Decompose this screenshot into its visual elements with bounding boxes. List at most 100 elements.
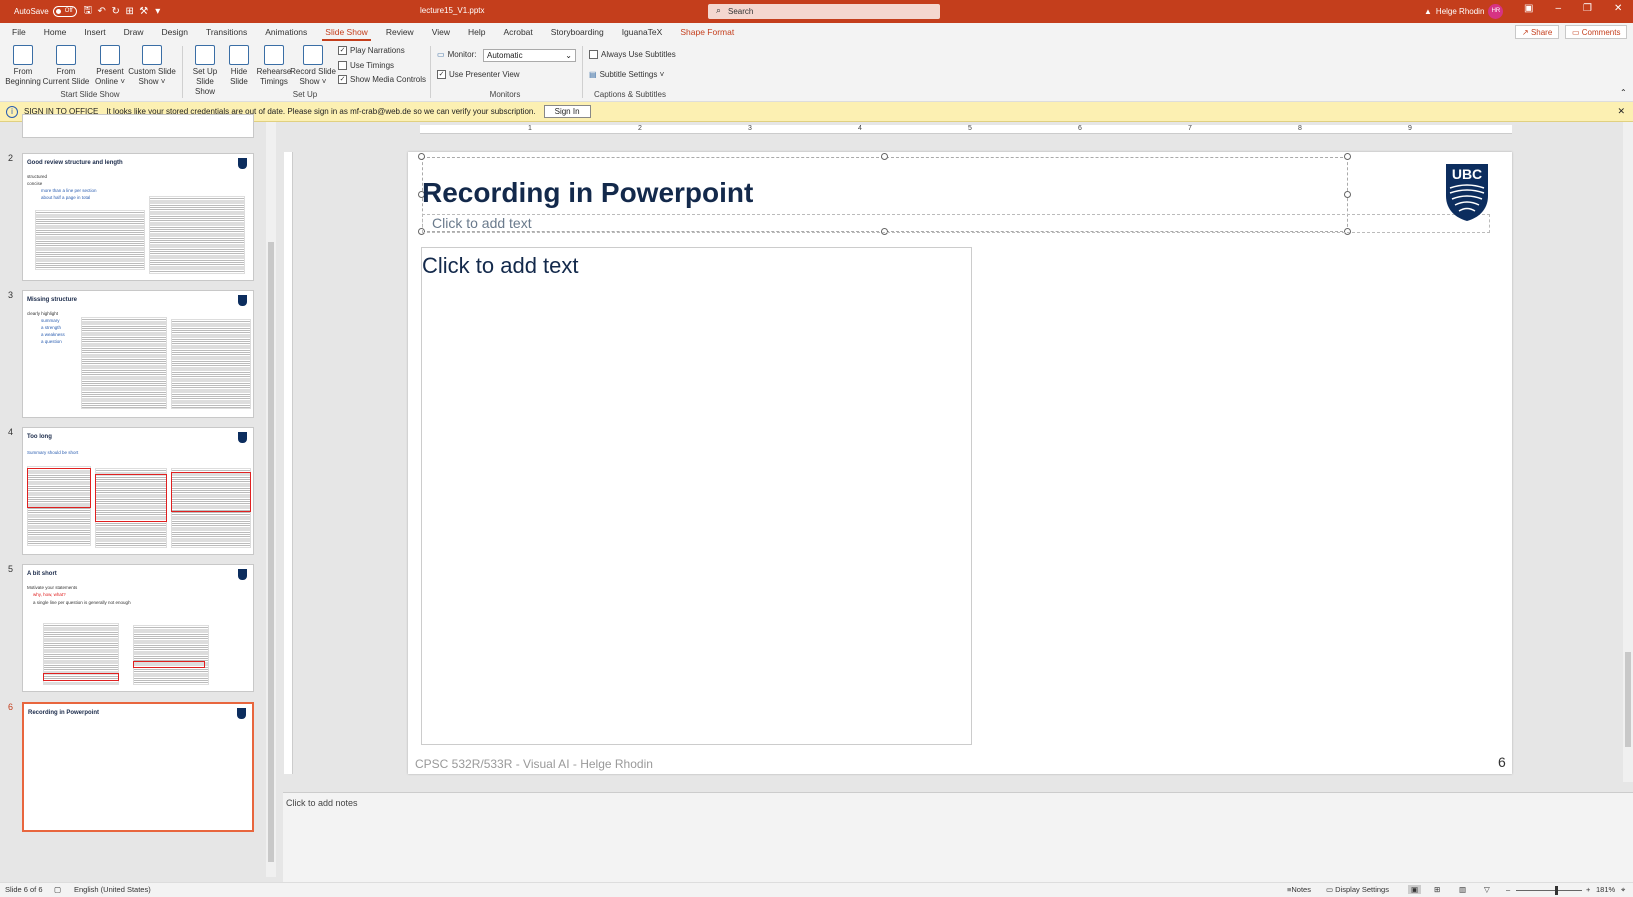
zoom-level[interactable]: 181%: [1596, 885, 1615, 894]
slide-thumbnail-5[interactable]: A bit short Motivate your statements why…: [22, 564, 254, 692]
slideshow-view-icon[interactable]: ▽: [1484, 885, 1490, 894]
display-settings-button[interactable]: ▭ Display Settings: [1326, 885, 1389, 894]
record-icon: [303, 45, 323, 65]
fit-slide-icon[interactable]: ⌖: [1621, 885, 1625, 895]
rehearse-timings-button[interactable]: Rehearse Timings: [256, 42, 292, 87]
presenter-view-checkbox[interactable]: ✓ Use Presenter View: [437, 70, 520, 79]
tab-acrobat[interactable]: Acrobat: [494, 23, 541, 42]
tab-storyboarding[interactable]: Storyboarding: [542, 23, 613, 42]
reading-view-icon[interactable]: ▥: [1459, 885, 1466, 894]
subtitle-placeholder[interactable]: [422, 214, 1490, 233]
tab-shape-format[interactable]: Shape Format: [671, 23, 743, 42]
subtitle-settings-button[interactable]: ▤ Subtitle Settings ˅: [589, 70, 664, 79]
tab-design[interactable]: Design: [153, 23, 197, 42]
share-button[interactable]: ↗ Share: [1515, 25, 1560, 39]
avatar[interactable]: HR: [1488, 4, 1504, 19]
content-placeholder[interactable]: [421, 247, 972, 745]
resize-handle[interactable]: [1344, 153, 1351, 160]
thumbnail-bullet: concise: [27, 181, 43, 186]
tab-home[interactable]: Home: [35, 23, 76, 42]
ribbon-display-icon[interactable]: ▣: [1524, 3, 1533, 14]
notes-button[interactable]: ≡Notes: [1287, 885, 1311, 894]
play-narrations-checkbox[interactable]: ✓ Play Narrations: [338, 46, 405, 55]
thumbnail-bullet: a weakness: [41, 332, 65, 337]
ribbon: From Beginning From Current Slide Presen…: [0, 42, 1633, 102]
close-icon[interactable]: ✕: [1617, 106, 1625, 117]
tab-help[interactable]: Help: [459, 23, 494, 42]
subtitle-placeholder-text[interactable]: Click to add text: [432, 215, 532, 231]
slide-thumbnail-6[interactable]: Recording in Powerpoint: [22, 702, 254, 832]
from-beginning-button[interactable]: From Beginning: [4, 42, 42, 87]
resize-handle[interactable]: [418, 153, 425, 160]
scrollbar-thumb[interactable]: [1625, 652, 1631, 747]
thumbnail-title: Missing structure: [27, 297, 78, 303]
slide-thumbnail-2[interactable]: Good review structure and length structu…: [22, 153, 254, 281]
editor-scrollbar[interactable]: [1623, 122, 1633, 782]
thumbnail-title: Good review structure and length: [27, 160, 123, 166]
resize-handle[interactable]: [881, 153, 888, 160]
sign-in-button[interactable]: Sign In: [543, 105, 591, 118]
restore-icon[interactable]: ❐: [1583, 3, 1592, 14]
customize-icon[interactable]: ▾: [151, 6, 165, 17]
content-placeholder-text[interactable]: Click to add text: [422, 253, 579, 279]
record-slide-show-button[interactable]: Record Slide Show ˅: [290, 42, 336, 87]
tab-slide-show[interactable]: Slide Show: [316, 23, 377, 42]
normal-view-icon[interactable]: ▣: [1408, 885, 1422, 894]
brush-icon[interactable]: ⚒: [137, 6, 151, 17]
present-icon[interactable]: ⊞: [123, 6, 137, 17]
hide-slide-label-1: Hide: [230, 67, 248, 76]
document-title[interactable]: lecture15_V1.pptx: [420, 6, 485, 15]
slide-thumbnail-3[interactable]: Missing structure clearly highlight summ…: [22, 290, 254, 418]
tab-draw[interactable]: Draw: [115, 23, 153, 42]
scrollbar-thumb[interactable]: [268, 242, 274, 862]
minimize-icon[interactable]: –: [1555, 3, 1561, 14]
tab-iguanatex[interactable]: IguanaTeX: [613, 23, 672, 42]
zoom-slider[interactable]: [1516, 890, 1582, 891]
tab-animations[interactable]: Animations: [256, 23, 316, 42]
present-online-button[interactable]: Present Online ˅: [93, 42, 127, 87]
always-use-subtitles-checkbox[interactable]: Always Use Subtitles: [589, 50, 676, 59]
monitor-value: Automatic: [487, 51, 523, 60]
hide-slide-button[interactable]: Hide Slide: [226, 42, 252, 87]
language-status[interactable]: English (United States): [74, 885, 151, 894]
slide-sorter-icon[interactable]: ⊞: [1434, 885, 1440, 894]
show-media-controls-checkbox[interactable]: ✓ Show Media Controls: [338, 75, 426, 84]
redo-icon[interactable]: ↻: [109, 6, 123, 17]
resize-handle[interactable]: [1344, 191, 1351, 198]
use-timings-checkbox[interactable]: Use Timings: [338, 61, 394, 70]
tab-transitions[interactable]: Transitions: [197, 23, 256, 42]
zoom-slider-knob[interactable]: [1555, 886, 1558, 895]
notes-pane[interactable]: [283, 792, 1633, 882]
collapse-ribbon-icon[interactable]: ⌃: [1620, 88, 1627, 97]
save-icon[interactable]: 🖫: [81, 3, 95, 20]
tab-file[interactable]: File: [0, 23, 35, 42]
notes-placeholder[interactable]: Click to add notes: [286, 798, 358, 808]
thumbnails-scrollbar[interactable]: [266, 122, 276, 877]
ruler-mark: 5: [968, 125, 972, 132]
zoom-out-icon[interactable]: –: [1506, 885, 1510, 894]
thumbnail-title: A bit short: [27, 571, 57, 577]
user-area[interactable]: ▲ Helge Rhodin HR: [1424, 4, 1504, 19]
from-current-button[interactable]: From Current Slide: [42, 42, 90, 87]
search-input[interactable]: ⌕ Search: [708, 4, 940, 19]
set-up-slide-show-button[interactable]: Set Up Slide Show: [185, 42, 225, 97]
tab-review[interactable]: Review: [377, 23, 423, 42]
autosave-toggle[interactable]: Off: [52, 6, 77, 17]
comments-button[interactable]: ▭ Comments: [1565, 25, 1628, 39]
close-icon[interactable]: ✕: [1614, 3, 1622, 14]
monitor-select[interactable]: Automatic ⌄: [483, 49, 576, 62]
slide-title[interactable]: Recording in Powerpoint: [422, 177, 753, 209]
undo-icon[interactable]: ↶: [95, 6, 109, 17]
slide-thumbnail-1[interactable]: [22, 114, 254, 138]
monitor-icon: ▭: [437, 50, 445, 59]
always-subtitles-label: Always Use Subtitles: [601, 50, 676, 59]
play-slide-icon: [13, 45, 33, 65]
accessibility-icon[interactable]: ▢: [54, 885, 61, 894]
tab-insert[interactable]: Insert: [75, 23, 114, 42]
thumbnail-bullet: about half a page in total: [41, 195, 91, 200]
zoom-in-icon[interactable]: +: [1586, 885, 1590, 894]
document-preview: [35, 210, 145, 270]
tab-view[interactable]: View: [423, 23, 459, 42]
slide-thumbnail-4[interactable]: Too long Summary should be short: [22, 427, 254, 555]
custom-slide-show-button[interactable]: Custom Slide Show ˅: [128, 42, 176, 87]
